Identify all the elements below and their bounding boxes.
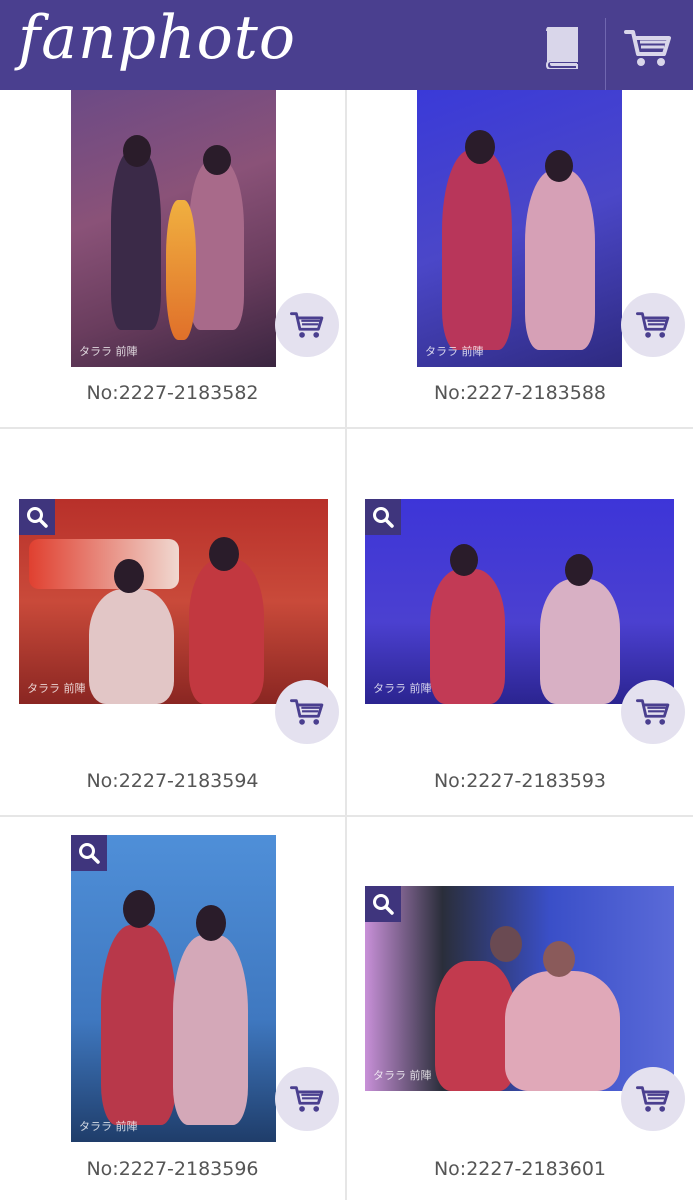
performer-figure: [111, 150, 161, 330]
photo-thumbnail[interactable]: タララ 前陣: [365, 499, 674, 704]
performer-figure: [430, 569, 505, 704]
performer-head: [123, 135, 151, 167]
photo-number-label: No:2227-2183582: [86, 382, 259, 404]
photo-watermark: タララ 前陣: [79, 345, 138, 358]
fan-prop: [29, 539, 179, 589]
add-to-cart-button[interactable]: [621, 293, 685, 357]
performer-head: [565, 554, 593, 586]
performer-head: [465, 130, 495, 164]
photo-watermark: タララ 前陣: [79, 1120, 138, 1133]
cart-icon: [624, 30, 671, 66]
photo-watermark: タララ 前陣: [373, 1069, 432, 1082]
performer-figure: [101, 925, 176, 1125]
performer-figure: [189, 160, 244, 330]
magnifier-icon: [373, 507, 394, 528]
photo-card: タララ 前陣 No:2227-2183601: [347, 817, 693, 1200]
performer-head: [490, 926, 522, 962]
add-to-cart-button[interactable]: [275, 1067, 339, 1131]
photo-card: タララ 前陣 No:2227-2183596: [0, 817, 345, 1200]
zoom-button[interactable]: [19, 499, 55, 535]
cart-icon: [290, 312, 324, 338]
performer-figure: [89, 589, 174, 704]
zoom-button[interactable]: [365, 499, 401, 535]
cart-icon: [290, 699, 324, 725]
performer-head: [196, 905, 226, 941]
fanphoto-logo[interactable]: fanphoto: [18, 8, 296, 68]
photo-thumbnail[interactable]: タララ 前陣: [19, 499, 328, 704]
add-to-cart-button[interactable]: [275, 680, 339, 744]
add-to-cart-button[interactable]: [621, 680, 685, 744]
photo-number-label: No:2227-2183596: [86, 1158, 259, 1180]
photo-thumbnail[interactable]: タララ 前陣: [365, 886, 674, 1091]
performer-head: [450, 544, 478, 576]
stage-light: [166, 200, 196, 340]
photo-card: タララ 前陣 No:2227-2183588: [347, 90, 693, 427]
performer-figure: [442, 150, 512, 350]
performer-figure: [505, 971, 620, 1091]
performer-figure: [525, 170, 595, 350]
photo-thumbnail[interactable]: タララ 前陣: [71, 835, 276, 1142]
photo-number-label: No:2227-2183594: [86, 770, 259, 792]
header-divider: [605, 18, 606, 90]
header-cart-button[interactable]: [620, 20, 676, 76]
performer-head: [203, 145, 231, 175]
photo-watermark: タララ 前陣: [27, 682, 86, 695]
magnifier-icon: [373, 894, 394, 915]
performer-head: [123, 890, 155, 928]
cart-icon: [290, 1086, 324, 1112]
performer-head: [209, 537, 239, 571]
photo-card: タララ 前陣 No:2227-2183582: [0, 90, 345, 427]
photo-number-label: No:2227-2183593: [433, 770, 607, 792]
add-to-cart-button[interactable]: [275, 293, 339, 357]
photo-number-label: No:2227-2183588: [433, 382, 607, 404]
photo-grid: タララ 前陣 No:2227-2183582 タララ 前陣 No:2227-21…: [0, 90, 693, 1200]
cart-icon: [636, 1086, 670, 1112]
performer-figure: [189, 559, 264, 704]
book-icon: [545, 27, 578, 69]
performer-head: [114, 559, 144, 593]
photo-thumbnail[interactable]: タララ 前陣: [71, 90, 276, 367]
photo-thumbnail[interactable]: タララ 前陣: [417, 90, 622, 367]
zoom-button[interactable]: [71, 835, 107, 871]
performer-head: [543, 941, 575, 977]
performer-figure: [435, 961, 515, 1091]
photo-watermark: タララ 前陣: [425, 345, 484, 358]
app-header: fanphoto: [0, 0, 693, 90]
photo-card: タララ 前陣 No:2227-2183594: [0, 429, 345, 815]
photo-number-label: No:2227-2183601: [433, 1158, 607, 1180]
add-to-cart-button[interactable]: [621, 1067, 685, 1131]
cart-icon: [636, 312, 670, 338]
magnifier-icon: [27, 507, 48, 528]
magnifier-icon: [79, 843, 100, 864]
performer-head: [545, 150, 573, 182]
book-button[interactable]: [533, 20, 589, 76]
photo-card: タララ 前陣 No:2227-2183593: [347, 429, 693, 815]
performer-figure: [173, 935, 248, 1125]
cart-icon: [636, 699, 670, 725]
photo-watermark: タララ 前陣: [373, 682, 432, 695]
performer-figure: [540, 579, 620, 704]
zoom-button[interactable]: [365, 886, 401, 922]
